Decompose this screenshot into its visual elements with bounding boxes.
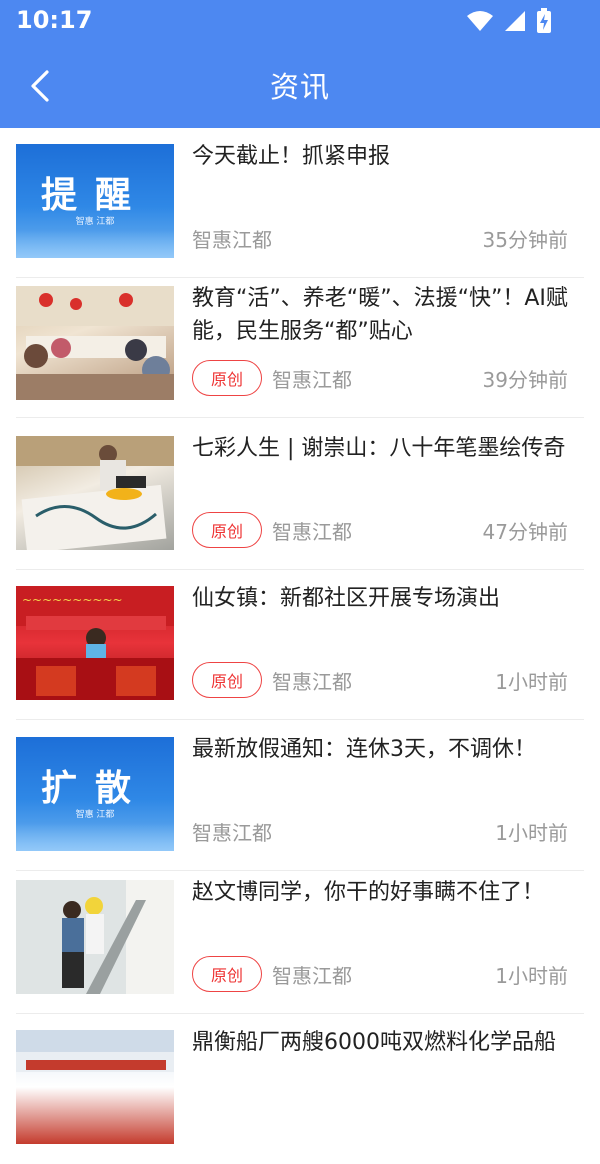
news-thumbnail: 扩散 智惠 江都 bbox=[16, 737, 174, 851]
news-title: 七彩人生 | 谢崇山：八十年笔墨绘传奇 bbox=[192, 436, 566, 461]
news-item[interactable]: 赵文博同学，你干的好事瞒不住了！ 原创 智惠江都 1小时前 bbox=[0, 864, 600, 1014]
news-thumbnail: 提醒 智惠 江都 bbox=[16, 144, 174, 258]
photo-image bbox=[16, 1030, 174, 1072]
photo-image bbox=[16, 880, 174, 994]
thumbnail-caption: 智惠 江都 bbox=[75, 217, 115, 227]
news-item[interactable]: ~~~~~~~~~~ 仙女镇：新都社区开展专场演出 原创 智惠江都 1小时前 bbox=[0, 570, 600, 720]
news-title: 赵文博同学，你干的好事瞒不住了！ bbox=[192, 880, 545, 905]
news-meta: 原创 智惠江都 39分钟前 bbox=[192, 360, 568, 398]
news-source: 智惠江都 bbox=[272, 670, 352, 694]
status-bar: 10:17 bbox=[0, 0, 600, 44]
news-time: 35分钟前 bbox=[482, 228, 568, 252]
news-source: 智惠江都 bbox=[192, 821, 272, 845]
photo-image: ~~~~~~~~~~ bbox=[16, 586, 174, 700]
status-time: 10:17 bbox=[16, 6, 93, 34]
original-badge: 原创 bbox=[192, 662, 262, 698]
news-item[interactable]: 教育“活”、养老“暖”、法援“快”！AI赋能，民生服务“都”贴心 原创 智惠江都… bbox=[0, 270, 600, 418]
news-time: 47分钟前 bbox=[482, 520, 568, 544]
news-title: 教育“活”、养老“暖”、法援“快”！AI赋能，民生服务“都”贴心 bbox=[192, 286, 568, 344]
news-title: 今天截止！抓紧申报 bbox=[192, 144, 391, 169]
news-thumbnail: ~~~~~~~~~~ bbox=[16, 586, 174, 700]
svg-text:~~~~~~~~~~: ~~~~~~~~~~ bbox=[22, 593, 123, 607]
app-bar: 资讯 bbox=[0, 44, 600, 128]
thumbnail-text: 扩散 bbox=[40, 768, 149, 809]
news-thumbnail bbox=[16, 880, 174, 994]
news-item[interactable]: 扩散 智惠 江都 最新放假通知：连休3天，不调休！ 智惠江都 1小时前 bbox=[0, 721, 600, 871]
news-meta: 智惠江都 1小时前 bbox=[192, 813, 568, 851]
thumbnail-caption: 智惠 江都 bbox=[75, 810, 115, 820]
news-item[interactable]: 七彩人生 | 谢崇山：八十年笔墨绘传奇 原创 智惠江都 47分钟前 bbox=[0, 420, 600, 570]
news-source: 智惠江都 bbox=[272, 520, 352, 544]
news-thumbnail bbox=[16, 286, 174, 400]
signal-icon bbox=[505, 11, 525, 31]
photo-image bbox=[16, 436, 174, 550]
news-source: 智惠江都 bbox=[272, 368, 352, 392]
news-time: 1小时前 bbox=[495, 821, 568, 845]
news-time: 39分钟前 bbox=[482, 368, 568, 392]
news-item[interactable]: 鼎衡船厂两艘6000吨双燃料化学品船 bbox=[0, 1014, 600, 1164]
news-title: 最新放假通知：连休3天，不调休！ bbox=[192, 737, 536, 762]
news-meta: 原创 智惠江都 47分钟前 bbox=[192, 512, 568, 550]
original-badge: 原创 bbox=[192, 360, 262, 396]
news-title: 鼎衡船厂两艘6000吨双燃料化学品船 bbox=[192, 1030, 556, 1055]
page-title: 资讯 bbox=[269, 70, 330, 104]
photo-image bbox=[16, 286, 174, 400]
divider bbox=[16, 719, 584, 720]
news-source: 智惠江都 bbox=[192, 228, 272, 252]
news-thumbnail bbox=[16, 1030, 174, 1144]
news-title: 仙女镇：新都社区开展专场演出 bbox=[192, 586, 501, 611]
battery-charging-icon bbox=[537, 8, 551, 33]
status-icons bbox=[466, 8, 552, 34]
thumbnail-text: 提醒 bbox=[40, 175, 149, 216]
news-meta: 智惠江都 35分钟前 bbox=[192, 220, 568, 258]
news-source: 智惠江都 bbox=[272, 964, 352, 988]
wifi-icon bbox=[467, 11, 493, 31]
original-badge: 原创 bbox=[192, 512, 262, 548]
news-thumbnail bbox=[16, 436, 174, 550]
original-badge: 原创 bbox=[192, 956, 262, 992]
news-time: 1小时前 bbox=[495, 964, 568, 988]
news-time: 1小时前 bbox=[495, 670, 568, 694]
news-meta: 原创 智惠江都 1小时前 bbox=[192, 956, 568, 994]
news-meta: 原创 智惠江都 1小时前 bbox=[192, 662, 568, 700]
divider bbox=[16, 417, 584, 418]
news-item[interactable]: 提醒 智惠 江都 今天截止！抓紧申报 智惠江都 35分钟前 bbox=[0, 128, 600, 278]
